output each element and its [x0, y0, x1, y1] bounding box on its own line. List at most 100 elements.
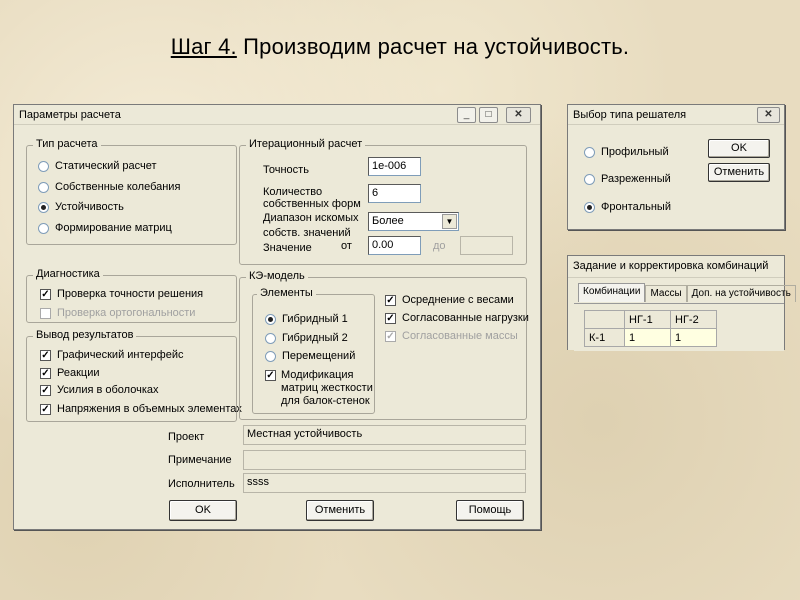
close-icon[interactable]: ✕ [506, 107, 531, 123]
solver-option-frontal[interactable]: Фронтальный [584, 201, 671, 213]
params-dialog: Параметры расчета _ □ ✕ Тип расчета Стат… [13, 104, 541, 530]
calc-type-title: Тип расчета [33, 138, 101, 150]
slide-title: Шаг 4. Производим расчет на устойчивость… [0, 34, 800, 60]
minimize-icon[interactable]: _ [457, 107, 476, 123]
executor-input[interactable]: ssss [243, 473, 526, 493]
checkbox-orthogonality [40, 307, 51, 319]
range-select[interactable]: Более ▼ [368, 212, 459, 231]
note-input[interactable] [243, 450, 526, 470]
radio-frontal[interactable] [584, 201, 595, 213]
calc-type-label: Собственные колебания [55, 181, 181, 193]
calc-type-option-static[interactable]: Статический расчет [38, 160, 157, 172]
check-reactions[interactable]: ✓ Реакции [40, 367, 100, 379]
fe-option-label: Согласованные нагрузки [402, 312, 529, 324]
check-precision[interactable]: ✓ Проверка точности решения [40, 288, 203, 300]
maximize-icon[interactable]: □ [479, 107, 498, 123]
table-row: К-1 1 1 [584, 328, 717, 347]
iteration-title: Итерационный расчет [246, 138, 366, 150]
fe-option-label: Согласованные массы [402, 330, 518, 342]
calc-type-group: Тип расчета Статический расчет Собственн… [26, 138, 237, 245]
radio-stability[interactable] [38, 201, 49, 213]
solver-option-profile[interactable]: Профильный [584, 146, 669, 158]
radio-vibrations[interactable] [38, 181, 49, 193]
precision-input[interactable]: 1e-006 [368, 157, 421, 176]
table-corner-cell [584, 310, 625, 329]
close-icon[interactable]: ✕ [757, 107, 780, 123]
radio-static[interactable] [38, 160, 49, 172]
element-hybrid-2[interactable]: Гибридный 2 [265, 332, 348, 344]
table-header-row: НГ-1 НГ-2 [584, 310, 717, 329]
checkbox-volume-stress[interactable]: ✓ [40, 403, 51, 415]
help-button[interactable]: Помощь [456, 500, 524, 521]
elements-title: Элементы [257, 287, 316, 299]
calc-type-option-stability[interactable]: Устойчивость [38, 201, 124, 213]
tab-masses[interactable]: Массы [645, 285, 687, 302]
combinations-table: НГ-1 НГ-2 К-1 1 1 [584, 310, 717, 347]
check-graphics[interactable]: ✓ Графический интерфейс [40, 349, 183, 361]
diagnostics-group: Диагностика ✓ Проверка точности решения … [26, 268, 237, 323]
fe-model-title: КЭ-модель [246, 270, 308, 282]
check-volume-stress[interactable]: ✓ Напряжения в объемных элементах [40, 403, 242, 415]
solver-dialog-title: Выбор типа решателя [573, 109, 687, 121]
tab-stability-extra[interactable]: Доп. на устойчивость [686, 285, 796, 302]
from-input[interactable]: 0.00 [368, 236, 421, 255]
cancel-button[interactable]: Отменить [306, 500, 374, 521]
project-input[interactable]: Местная устойчивость [243, 425, 526, 445]
table-header-cell: НГ-2 [670, 310, 717, 329]
checkbox-graphics[interactable]: ✓ [40, 349, 51, 361]
radio-displacement[interactable] [265, 350, 276, 362]
element-label: Перемещений [282, 350, 356, 362]
solver-ok-button[interactable]: OK [708, 139, 770, 158]
checkbox-modification[interactable]: ✓ [265, 370, 276, 381]
checkbox-weighted-averaging[interactable]: ✓ [385, 294, 396, 306]
radio-sparse[interactable] [584, 173, 595, 185]
table-cell[interactable]: 1 [670, 328, 717, 347]
check-consistent-loads[interactable]: ✓ Согласованные нагрузки [385, 312, 529, 324]
checkbox-reactions[interactable]: ✓ [40, 367, 51, 379]
diagnostics-label: Проверка ортогональности [57, 307, 196, 319]
to-input [460, 236, 513, 255]
range-select-value: Более [372, 215, 404, 227]
to-label: до [433, 240, 446, 252]
checkbox-consistent-loads[interactable]: ✓ [385, 312, 396, 324]
executor-label: Исполнитель [168, 478, 235, 490]
combinations-dialog-title: Задание и корректировка комбинаций [573, 260, 769, 272]
radio-hybrid-2[interactable] [265, 332, 276, 344]
calc-type-option-vibrations[interactable]: Собственные колебания [38, 181, 180, 193]
checkbox-precision[interactable]: ✓ [40, 288, 51, 300]
check-orthogonality: Проверка ортогональности [40, 307, 195, 319]
params-dialog-titlebar: Параметры расчета _ □ ✕ [14, 105, 540, 125]
ok-button[interactable]: OK [169, 500, 237, 521]
range-label-1: Диапазон искомых [263, 212, 359, 224]
radio-hybrid-1[interactable] [265, 313, 276, 325]
output-label: Усилия в оболочках [57, 384, 159, 396]
note-label: Примечание [168, 454, 232, 466]
solver-option-label: Фронтальный [601, 201, 671, 213]
check-consistent-masses: ✓ Согласованные массы [385, 330, 518, 342]
check-weighted-averaging[interactable]: ✓ Осреднение с весами [385, 294, 514, 306]
table-cell[interactable]: 1 [624, 328, 671, 347]
checkbox-shell-forces[interactable]: ✓ [40, 384, 51, 396]
calc-type-option-matrices[interactable]: Формирование матриц [38, 222, 172, 234]
calc-type-label: Статический расчет [55, 160, 157, 172]
radio-matrices[interactable] [38, 222, 49, 234]
solver-cancel-button[interactable]: Отменить [708, 163, 770, 182]
chevron-down-icon[interactable]: ▼ [442, 214, 457, 229]
radio-profile[interactable] [584, 146, 595, 158]
solver-dialog: Выбор типа решателя ✕ Профильный Разреже… [567, 104, 785, 230]
check-shell-forces[interactable]: ✓ Усилия в оболочках [40, 384, 159, 396]
output-group: Вывод результатов ✓ Графический интерфей… [26, 329, 242, 422]
table-row-label: К-1 [584, 328, 625, 347]
solver-option-sparse[interactable]: Разреженный [584, 173, 671, 185]
solver-option-label: Профильный [601, 146, 669, 158]
checkbox-consistent-masses: ✓ [385, 330, 396, 342]
diagnostics-title: Диагностика [33, 268, 103, 280]
output-title: Вывод результатов [33, 329, 137, 341]
element-label: Гибридный 1 [282, 313, 348, 325]
element-displacement[interactable]: Перемещений [265, 350, 355, 362]
diagnostics-label: Проверка точности решения [57, 288, 204, 300]
element-hybrid-1[interactable]: Гибридный 1 [265, 313, 348, 325]
tab-combinations[interactable]: Комбинации [578, 283, 646, 302]
combinations-dialog-titlebar: Задание и корректировка комбинаций [568, 256, 784, 278]
forms-count-input[interactable]: 6 [368, 184, 421, 203]
